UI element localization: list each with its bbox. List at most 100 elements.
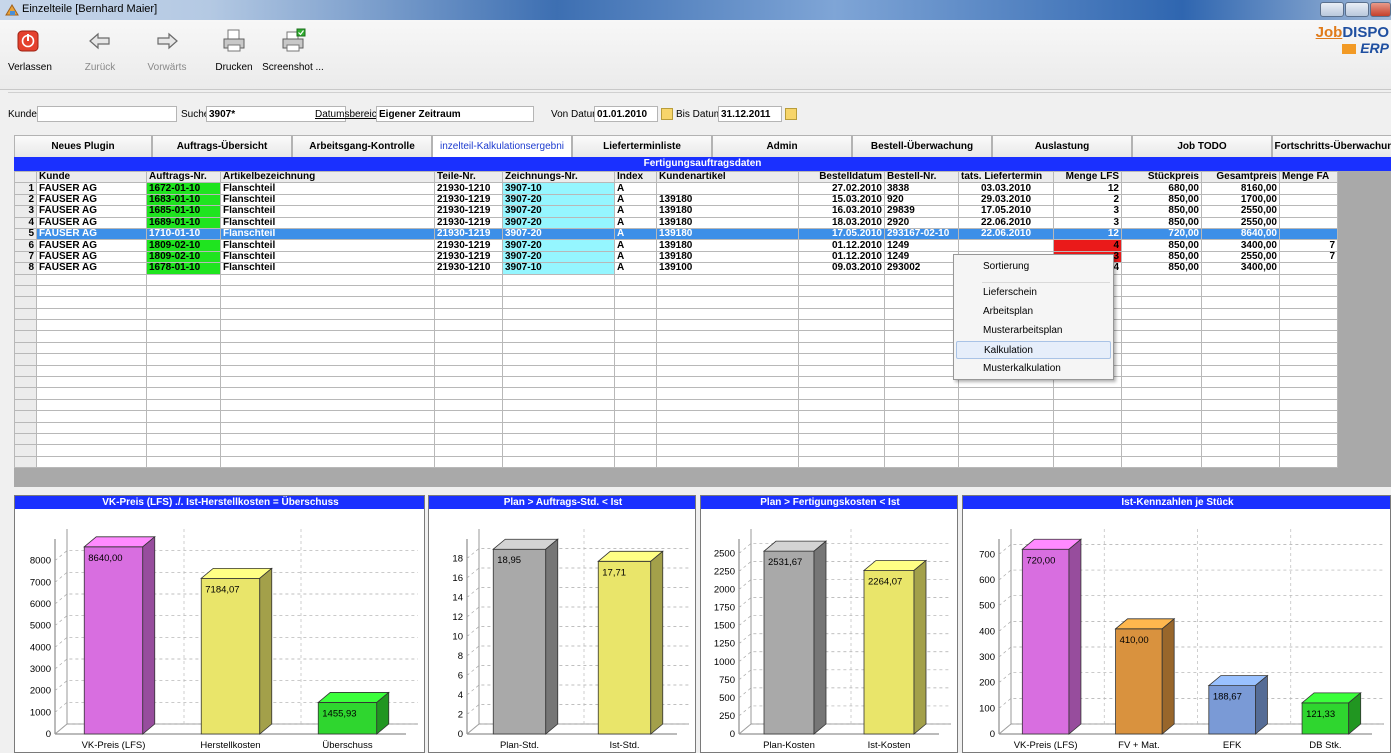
cell-bestelldatum[interactable]: 16.03.2010 — [798, 205, 885, 218]
cell-liefertermin[interactable]: 29.03.2010 — [958, 193, 1054, 207]
table-row[interactable]: 5 FAUSER AG 1710-01-10 Flanschteil 21930-121… — [14, 227, 1338, 241]
cell-artikel[interactable]: Flanschteil — [220, 205, 435, 218]
column-header[interactable]: Artikelbezeichnung — [220, 170, 435, 184]
row-number[interactable]: 7 — [14, 250, 37, 264]
cell-index[interactable]: A — [614, 205, 657, 218]
cell-kundenartikel[interactable] — [656, 182, 799, 195]
cell-teile[interactable]: 21930-1219 — [434, 205, 503, 218]
cell-kunde[interactable]: FAUSER AG — [36, 239, 147, 252]
tab-job-todo[interactable]: Job TODO — [1132, 135, 1272, 157]
cell-liefertermin[interactable] — [958, 239, 1054, 252]
calendar-icon[interactable] — [785, 108, 797, 120]
column-header[interactable]: Kundenartikel — [656, 170, 799, 184]
cell-menge-fa[interactable] — [1279, 262, 1338, 275]
cell-gesamtpreis[interactable]: 1700,00 — [1201, 193, 1280, 207]
column-header[interactable]: Index — [614, 170, 657, 184]
column-header[interactable]: Kunde — [36, 170, 147, 184]
cell-liefertermin[interactable]: 22.06.2010 — [958, 227, 1054, 241]
row-number[interactable]: 1 — [14, 182, 37, 195]
row-number[interactable]: 6 — [14, 239, 37, 252]
cell-bestellnr[interactable]: 29839 — [884, 205, 959, 218]
cell-artikel[interactable]: Flanschteil — [220, 262, 435, 275]
menu-item-musterarbeitsplan[interactable]: Musterarbeitsplan — [956, 322, 1111, 340]
tab-bestell-ueberwachung[interactable]: Bestell-Überwachung — [852, 135, 992, 157]
cell-kunde[interactable]: FAUSER AG — [36, 227, 147, 241]
cell-stueckpreis[interactable]: 850,00 — [1121, 262, 1202, 275]
calendar-icon[interactable] — [661, 108, 673, 120]
column-header[interactable]: Gesamtpreis — [1201, 170, 1280, 184]
cell-index[interactable]: A — [614, 193, 657, 207]
tab-arbeitsgang-kontrolle[interactable]: Arbeitsgang-Kontrolle — [292, 135, 432, 157]
tab-neues-plugin[interactable]: Neues Plugin — [14, 135, 152, 157]
cell-bestelldatum[interactable]: 17.05.2010 — [798, 227, 885, 241]
cell-liefertermin[interactable]: 17.05.2010 — [958, 205, 1054, 218]
cell-teile[interactable]: 21930-1219 — [434, 227, 503, 241]
cell-artikel[interactable]: Flanschteil — [220, 227, 435, 241]
tab-auslastung[interactable]: Auslastung — [992, 135, 1132, 157]
column-header[interactable]: Stückpreis — [1121, 170, 1202, 184]
row-number[interactable]: 5 — [14, 227, 37, 241]
cell-kundenartikel[interactable]: 139180 — [656, 239, 799, 252]
cell-menge-fa[interactable] — [1279, 227, 1338, 241]
cell-kunde[interactable]: FAUSER AG — [36, 205, 147, 218]
cell-gesamtpreis[interactable]: 8640,00 — [1201, 227, 1280, 241]
row-number[interactable]: 8 — [14, 262, 37, 275]
cell-auftrag[interactable]: 1685-01-10 — [146, 205, 221, 218]
cell-teile[interactable]: 21930-1219 — [434, 239, 503, 252]
title-bar[interactable]: Einzelteile [Bernhard Maier] — [0, 0, 1391, 20]
menu-item-kalkulation[interactable]: Kalkulation — [956, 341, 1111, 359]
cell-auftrag[interactable]: 1678-01-10 — [146, 262, 221, 275]
cell-zeichnung[interactable]: 3907-20 — [502, 216, 615, 229]
forward-button[interactable]: Vorwärts — [142, 28, 192, 73]
cell-gesamtpreis[interactable]: 3400,00 — [1201, 239, 1280, 252]
cell-index[interactable]: A — [614, 227, 657, 241]
column-header[interactable]: Teile-Nr. — [434, 170, 503, 184]
table-row[interactable]: 3 FAUSER AG 1685-01-10 Flanschteil 21930-121… — [14, 205, 1338, 218]
cell-zeichnung[interactable]: 3907-10 — [502, 262, 615, 275]
cell-menge-lfs[interactable]: 2 — [1053, 193, 1122, 207]
cell-bestellnr[interactable]: 293167-02-10 — [884, 227, 959, 241]
cell-kundenartikel[interactable]: 139180 — [656, 250, 799, 264]
cell-bestellnr[interactable]: 2920 — [884, 216, 959, 229]
cell-auftrag[interactable]: 1689-01-10 — [146, 216, 221, 229]
table-row[interactable]: 1 FAUSER AG 1672-01-10 Flanschteil 21930-121… — [14, 182, 1338, 195]
row-number[interactable]: 2 — [14, 193, 37, 207]
kunde-input[interactable] — [37, 106, 177, 122]
cell-bestelldatum[interactable]: 01.12.2010 — [798, 250, 885, 264]
cell-kunde[interactable]: FAUSER AG — [36, 262, 147, 275]
bis-datum-input[interactable]: 31.12.2011 — [718, 106, 782, 122]
cell-kundenartikel[interactable]: 139180 — [656, 227, 799, 241]
cell-stueckpreis[interactable]: 680,00 — [1121, 182, 1202, 195]
cell-zeichnung[interactable]: 3907-20 — [502, 250, 615, 264]
cell-menge-fa[interactable] — [1279, 182, 1338, 195]
cell-zeichnung[interactable]: 3907-20 — [502, 239, 615, 252]
cell-stueckpreis[interactable]: 720,00 — [1121, 227, 1202, 241]
column-header[interactable]: Bestelldatum — [798, 170, 885, 184]
cell-kundenartikel[interactable]: 139180 — [656, 193, 799, 207]
back-button[interactable]: Zurück — [80, 28, 120, 73]
cell-menge-lfs[interactable]: 12 — [1053, 182, 1122, 195]
print-button[interactable]: Drucken — [212, 28, 256, 73]
cell-menge-lfs[interactable]: 12 — [1053, 227, 1122, 241]
cell-menge-lfs[interactable]: 4 — [1053, 239, 1122, 252]
cell-index[interactable]: A — [614, 182, 657, 195]
cell-index[interactable]: A — [614, 216, 657, 229]
table-row[interactable]: 2 FAUSER AG 1683-01-10 Flanschteil 21930-121… — [14, 193, 1338, 207]
cell-menge-fa[interactable] — [1279, 193, 1338, 207]
von-datum-input[interactable]: 01.01.2010 — [594, 106, 658, 122]
cell-menge-fa[interactable] — [1279, 216, 1338, 229]
cell-index[interactable]: A — [614, 262, 657, 275]
cell-stueckpreis[interactable]: 850,00 — [1121, 239, 1202, 252]
column-header[interactable]: Zeichnungs-Nr. — [502, 170, 615, 184]
row-number[interactable]: 4 — [14, 216, 37, 229]
cell-zeichnung[interactable]: 3907-20 — [502, 205, 615, 218]
cell-menge-fa[interactable] — [1279, 205, 1338, 218]
table-row[interactable]: 6 FAUSER AG 1809-02-10 Flanschteil 21930-121… — [14, 239, 1338, 252]
maximize-button[interactable] — [1345, 2, 1369, 17]
datumsbereich-label[interactable]: Datumsbereich — [315, 109, 382, 120]
cell-bestelldatum[interactable]: 01.12.2010 — [798, 239, 885, 252]
cell-kundenartikel[interactable]: 139180 — [656, 205, 799, 218]
cell-bestellnr[interactable]: 1249 — [884, 250, 959, 264]
cell-artikel[interactable]: Flanschteil — [220, 193, 435, 207]
datumsbereich-select[interactable]: Eigener Zeitraum — [376, 106, 534, 122]
